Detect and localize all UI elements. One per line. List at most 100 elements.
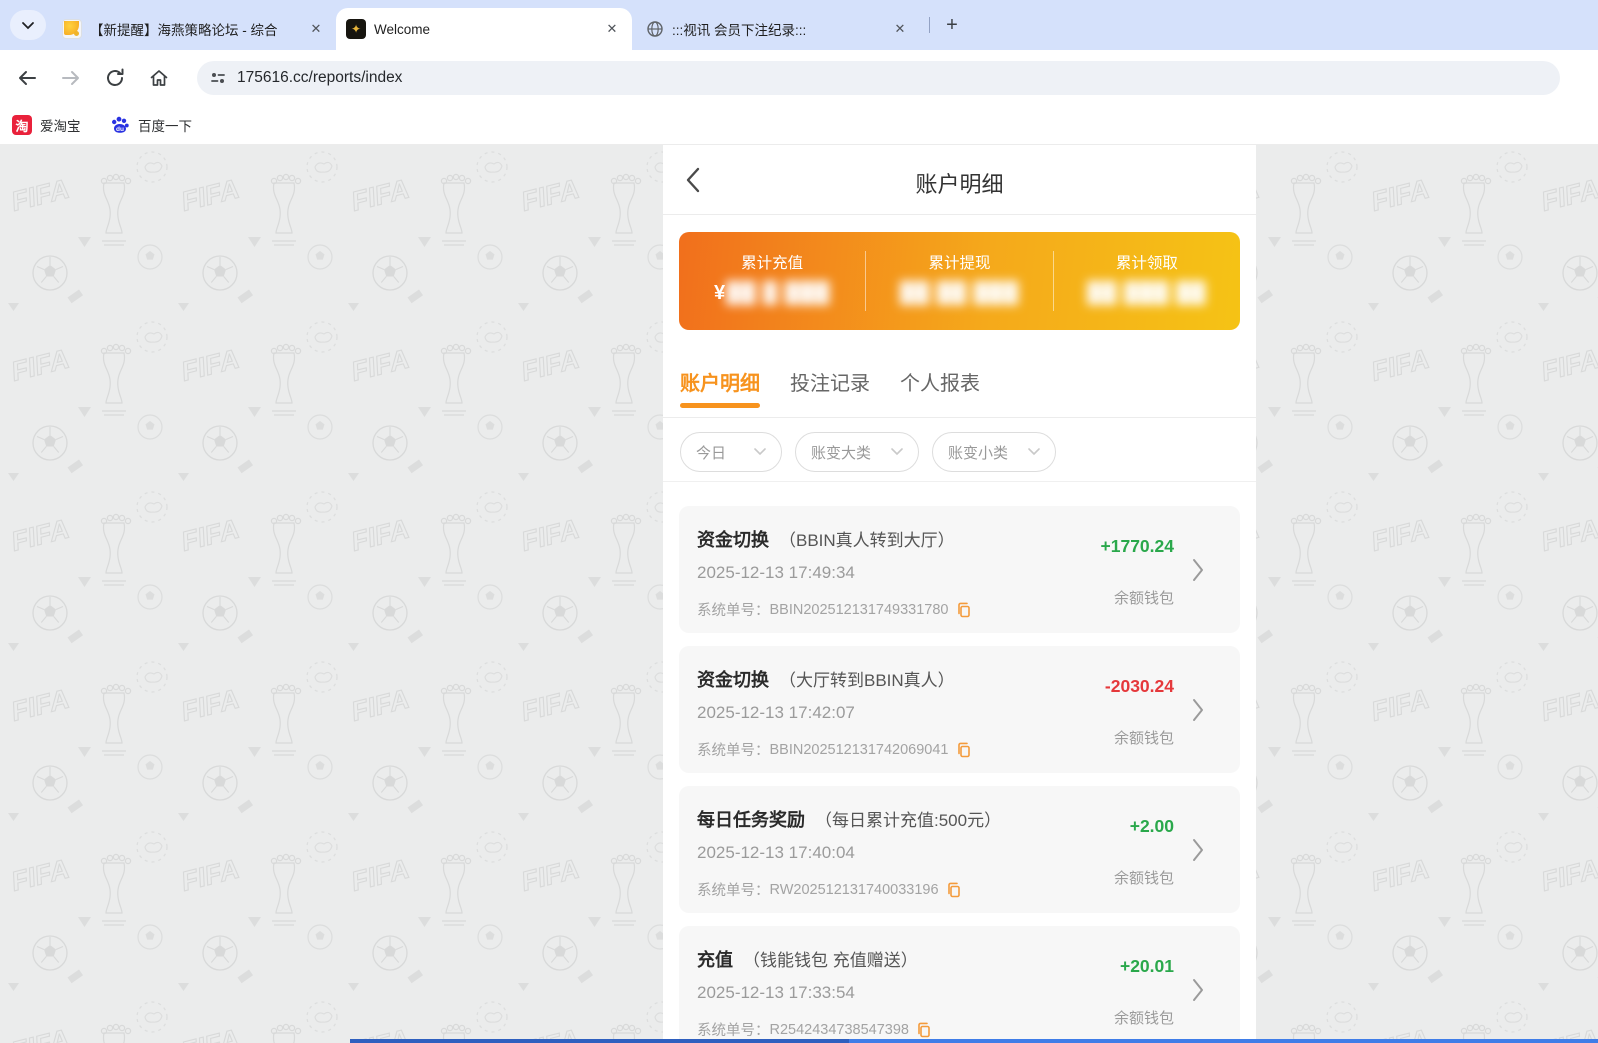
order-number-value: BBIN202512131749331780: [769, 601, 949, 618]
browser-tab-welcome[interactable]: ✦ Welcome ✕: [336, 8, 632, 50]
filter-label: 账变大类: [811, 444, 872, 462]
back-arrow-icon: [19, 71, 36, 85]
wallet-type: 余额钱包: [1113, 730, 1174, 747]
bookmark-label: 百度一下: [138, 119, 192, 134]
bookmark-aitaobao[interactable]: 淘 爱淘宝: [12, 113, 81, 137]
chevron-right-icon[interactable]: [1192, 698, 1204, 727]
transaction-card[interactable]: 每日任务奖励 （每日累计充值:500元） 2025-12-13 17:40:04 …: [679, 786, 1240, 913]
tab-search-button[interactable]: [10, 10, 46, 40]
transaction-order-row: 系统单号： BBIN202512131742069041: [697, 739, 971, 760]
transaction-type: 资金切换: [697, 530, 769, 550]
transaction-title-row: 每日任务奖励 （每日累计充值:500元）: [697, 806, 1001, 832]
transaction-card[interactable]: 充值 （钱能钱包 充值赠送） 2025-12-13 17:33:54 系统单号： …: [679, 926, 1240, 1043]
close-icon[interactable]: ✕: [306, 19, 326, 39]
summary-label: 累计领取: [1115, 255, 1178, 272]
browser-tab-records[interactable]: :::视讯 会员下注纪录::: ✕: [636, 8, 920, 50]
back-button[interactable]: [14, 65, 40, 91]
active-tab-indicator: [680, 403, 760, 408]
txn-amount: -2030.24: [1104, 676, 1174, 696]
transaction-subtitle: （钱能钱包 充值赠送）: [743, 951, 918, 970]
bookmarks-bar: 淘 爱淘宝 du 百度一下: [0, 105, 1598, 145]
url-bar[interactable]: 175616.cc/reports/index: [197, 61, 1560, 95]
reload-button[interactable]: [102, 65, 128, 91]
order-number-label: 系统单号：: [697, 743, 770, 759]
tab-title: 【新提醒】海燕策略论坛 - 综合: [90, 23, 278, 38]
taobao-icon: 淘: [12, 115, 32, 135]
transaction-datetime: 2025-12-13 17:40:04: [697, 843, 855, 862]
chevron-right-icon[interactable]: [1192, 838, 1204, 867]
tab-label: 投注记录: [790, 373, 870, 395]
copy-icon[interactable]: [956, 742, 971, 758]
page-background: FIFA: [0, 145, 1598, 1043]
transaction-datetime: 2025-12-13 17:42:07: [697, 703, 855, 722]
filter-date-dropdown[interactable]: 今日: [680, 432, 782, 472]
order-number-label: 系统单号：: [697, 1023, 770, 1039]
transaction-type: 充值: [697, 950, 733, 970]
tab-account-detail[interactable]: 账户明细: [680, 357, 760, 412]
tab-divider: [929, 17, 930, 33]
copy-icon[interactable]: [916, 1022, 931, 1038]
chevron-right-icon[interactable]: [1192, 978, 1204, 1007]
tab-label: 账户明细: [680, 373, 760, 395]
forum-yellow-icon: [62, 19, 82, 39]
filter-minor-category-dropdown[interactable]: 账变小类: [932, 432, 1056, 472]
summary-value-masked: ██ ██ ███: [899, 282, 1020, 304]
new-tab-button[interactable]: +: [940, 13, 964, 37]
url-text: 175616.cc/reports/index: [237, 69, 403, 86]
wallet-type: 余额钱包: [1113, 590, 1174, 607]
bookmark-baidu[interactable]: du 百度一下: [110, 113, 192, 137]
order-number-value: RW202512131740033196: [769, 881, 939, 898]
section-tabs: 账户明细 投注记录 个人报表: [680, 357, 980, 418]
transaction-list: 资金切换 （BBIN真人转到大厅） 2025-12-13 17:49:34 系统单…: [679, 506, 1240, 1043]
taskbar-edge: [350, 1039, 1598, 1043]
browser-tab-forum[interactable]: 【新提醒】海燕策略论坛 - 综合 ✕: [52, 8, 336, 50]
forward-button[interactable]: [58, 65, 84, 91]
transaction-order-row: 系统单号： RW202512131740033196: [697, 879, 961, 900]
transaction-datetime: 2025-12-13 17:33:54: [697, 983, 855, 1002]
transaction-order-row: 系统单号： BBIN202512131749331780: [697, 599, 971, 620]
txn-amount: +1770.24: [1100, 536, 1174, 556]
summary-card: 累计充值 ¥██ █ ███ 累计提现 ██ ██ ███ 累计领取 ██ ██…: [679, 232, 1240, 330]
filters-divider: [663, 481, 1256, 482]
filter-label: 今日: [696, 444, 727, 462]
gold-crest-icon: ✦: [346, 19, 366, 39]
transaction-card[interactable]: 资金切换 （BBIN真人转到大厅） 2025-12-13 17:49:34 系统单…: [679, 506, 1240, 633]
bookmark-label: 爱淘宝: [40, 119, 81, 134]
tab-title: :::视讯 会员下注纪录:::: [672, 23, 807, 38]
tab-title: Welcome: [374, 21, 431, 37]
tab-personal-report[interactable]: 个人报表: [900, 357, 980, 412]
txn-amount: +2.00: [1129, 816, 1174, 836]
summary-label: 累计充值: [741, 255, 804, 272]
order-number-value: R2542434738547398: [769, 1021, 910, 1038]
tabs-divider: [663, 417, 1256, 418]
summary-deposit: 累计充值 ¥██ █ ███: [679, 232, 865, 330]
close-icon[interactable]: ✕: [890, 19, 910, 39]
filter-major-category-dropdown[interactable]: 账变大类: [795, 432, 919, 472]
wallet-type: 余额钱包: [1113, 870, 1174, 887]
globe-icon: [647, 21, 663, 37]
tab-bet-records[interactable]: 投注记录: [790, 357, 870, 412]
order-number-label: 系统单号：: [697, 883, 770, 899]
copy-icon[interactable]: [946, 882, 961, 898]
transaction-card[interactable]: 资金切换 （大厅转到BBIN真人） 2025-12-13 17:42:07 系统单…: [679, 646, 1240, 773]
page-title: 账户明细: [915, 172, 1004, 197]
close-icon[interactable]: ✕: [602, 19, 622, 39]
tab-strip: 【新提醒】海燕策略论坛 - 综合 ✕ ✦ Welcome ✕ :::视讯 会员下…: [0, 0, 1598, 50]
filter-label: 账变小类: [948, 444, 1009, 462]
home-button[interactable]: [146, 65, 172, 91]
transaction-type: 资金切换: [697, 670, 769, 690]
chevron-right-icon[interactable]: [1192, 558, 1204, 587]
transaction-title-row: 充值 （钱能钱包 充值赠送）: [697, 946, 918, 972]
transaction-title-row: 资金切换 （大厅转到BBIN真人）: [697, 666, 955, 692]
chevron-down-icon: [1028, 448, 1040, 456]
home-icon: [150, 70, 168, 86]
tab-label: 个人报表: [900, 373, 980, 395]
chevron-down-icon: [891, 448, 903, 456]
transaction-title-row: 资金切换 （BBIN真人转到大厅）: [697, 526, 955, 552]
transaction-order-row: 系统单号： R2542434738547398: [697, 1019, 931, 1040]
copy-icon[interactable]: [956, 602, 971, 618]
site-settings-icon: [211, 73, 225, 83]
summary-claimed: 累计领取 ██ ███ ██: [1054, 232, 1240, 330]
account-detail-panel: 账户明细 累计充值 ¥██ █ ███ 累计提现 ██ ██ ███ 累计领取 …: [663, 145, 1256, 1043]
summary-withdraw: 累计提现 ██ ██ ███: [866, 232, 1052, 330]
